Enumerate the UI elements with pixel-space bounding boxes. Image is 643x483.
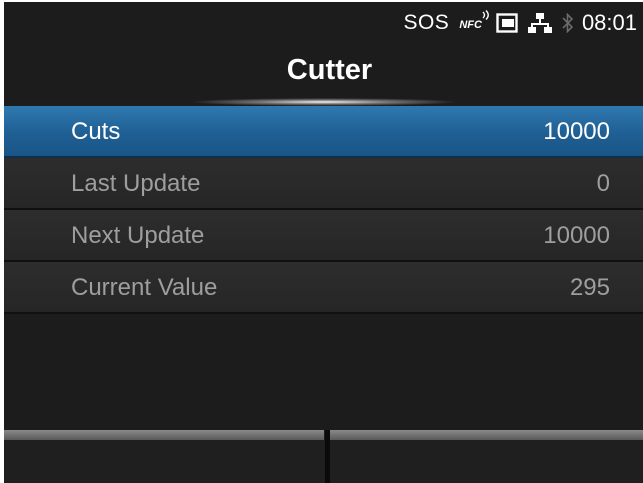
title-area: Cutter [4, 54, 643, 87]
lan-icon [527, 13, 552, 33]
sos-indicator: SOS [403, 11, 450, 34]
softkey-left-bar [4, 430, 324, 440]
printer-screen: SOS NFC 08:01 Cutter Cuts 10000 Last Upd… [4, 2, 643, 483]
page-title: Cutter [286, 54, 373, 86]
menu-item-current-value[interactable]: Current Value 295 [4, 262, 643, 314]
menu-item-label: Cuts [71, 118, 121, 145]
nfc-waves-icon [482, 10, 489, 20]
menu-item-label: Next Update [71, 222, 205, 249]
bluetooth-icon [562, 13, 574, 33]
status-bar: SOS NFC 08:01 [4, 2, 643, 42]
menu-item-value: 295 [569, 274, 610, 301]
title-underline-glow [189, 98, 459, 106]
softkey-left[interactable] [4, 440, 325, 483]
menu-item-value: 10000 [543, 118, 610, 145]
softkey-right-bar [330, 430, 643, 440]
menu-item-next-update[interactable]: Next Update 10000 [4, 210, 643, 262]
menu-item-value: 10000 [543, 222, 610, 249]
sd-card-icon [496, 13, 518, 33]
menu-item-value: 0 [596, 170, 610, 197]
menu-item-last-update[interactable]: Last Update 0 [4, 158, 643, 210]
menu-item-label: Last Update [71, 170, 201, 197]
menu-item-cuts[interactable]: Cuts 10000 [4, 106, 643, 158]
nfc-icon: NFC [459, 10, 489, 31]
menu-item-label: Current Value [71, 274, 218, 301]
softkey-right[interactable] [330, 440, 643, 483]
settings-menu: Cuts 10000 Last Update 0 Next Update 100… [4, 106, 643, 314]
status-icons: SOS NFC 08:01 [403, 9, 637, 37]
clock: 08:01 [581, 10, 637, 35]
nfc-label: NFC [459, 19, 482, 31]
softkey-divider [325, 430, 330, 483]
